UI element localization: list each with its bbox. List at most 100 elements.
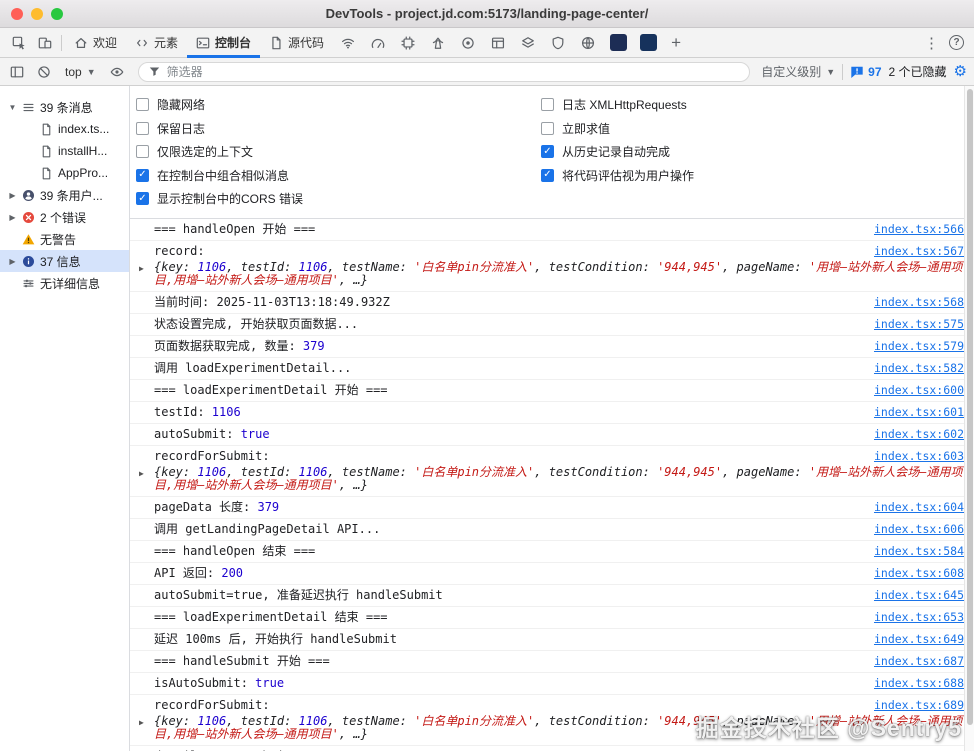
clear-console-button[interactable]: [34, 62, 54, 82]
issues-counter[interactable]: 97: [850, 65, 882, 79]
source-link[interactable]: index.tsx:602: [874, 427, 964, 442]
sidebar-item-file-apppro[interactable]: AppPro...: [0, 162, 129, 184]
home-icon: [74, 36, 88, 50]
tab-layers[interactable]: [513, 28, 543, 58]
source-link[interactable]: index.tsx:653: [874, 610, 964, 625]
tab-extension-1[interactable]: [603, 28, 633, 58]
tab-elements[interactable]: 元素: [126, 28, 187, 58]
checkbox-unchecked[interactable]: [541, 98, 554, 112]
source-link[interactable]: index.tsx:579: [874, 339, 964, 354]
console-message: index.tsx:601 testId: 1106: [130, 402, 974, 424]
source-link[interactable]: index.tsx:582: [874, 361, 964, 376]
sidebar-item-file-install[interactable]: installH...: [0, 140, 129, 162]
console-setting-left-2[interactable]: 仅限选定的上下文: [136, 140, 541, 164]
tab-console[interactable]: 控制台: [187, 28, 260, 58]
source-link[interactable]: index.tsx:645: [874, 588, 964, 603]
console-setting-right-0[interactable]: 日志 XMLHttpRequests: [541, 93, 972, 117]
expander-closed-icon[interactable]: ▶: [139, 467, 144, 481]
expander-open-icon[interactable]: ▼: [8, 103, 17, 112]
inspect-icon: [12, 36, 26, 50]
console-setting-left-0[interactable]: 隐藏网络: [136, 93, 541, 117]
source-link[interactable]: index.tsx:689: [874, 698, 964, 713]
expander-closed-icon[interactable]: ▶: [8, 191, 17, 200]
expander-closed-icon[interactable]: ▶: [8, 213, 17, 222]
log-levels-dropdown[interactable]: 自定义级别 ▼: [761, 63, 835, 80]
console-message: index.tsx:602 autoSubmit: true: [130, 424, 974, 446]
chevron-down-icon: ▼: [86, 66, 96, 77]
message-text: autoSubmit=true, 准备延迟执行 handleSubmit: [154, 587, 443, 602]
sidebar-item-user-messages[interactable]: ▶ 39 条用户...: [0, 184, 129, 206]
console-setting-left-4[interactable]: ✓ 显示控制台中的CORS 错误: [136, 187, 541, 211]
expander-closed-icon[interactable]: ▶: [139, 716, 144, 730]
inspect-element-button[interactable]: [6, 30, 32, 56]
sidebar-item-file-index[interactable]: index.ts...: [0, 118, 129, 140]
source-link[interactable]: index.tsx:568: [874, 295, 964, 310]
checkbox-checked[interactable]: ✓: [136, 192, 149, 206]
message-text: 调用 loadExperimentDetail...: [154, 360, 352, 375]
source-link[interactable]: index.tsx:603: [874, 449, 964, 464]
expander-closed-icon[interactable]: ▶: [139, 262, 144, 276]
console-settings-gear-icon[interactable]: ⚙: [954, 64, 967, 79]
tab-recorder[interactable]: [453, 28, 483, 58]
checkbox-unchecked[interactable]: [136, 98, 149, 112]
zoom-window-button[interactable]: [51, 8, 63, 20]
console-setting-left-1[interactable]: 保留日志: [136, 117, 541, 141]
console-setting-left-3[interactable]: ✓ 在控制台中组合相似消息: [136, 164, 541, 188]
help-icon[interactable]: ?: [949, 35, 964, 50]
source-link[interactable]: index.tsx:575: [874, 317, 964, 332]
live-expression-button[interactable]: [107, 62, 127, 82]
close-window-button[interactable]: [11, 8, 23, 20]
sidebar-item-all-messages[interactable]: ▼ 39 条消息: [0, 96, 129, 118]
tab-security[interactable]: [543, 28, 573, 58]
source-link[interactable]: index.tsx:688: [874, 676, 964, 691]
source-link[interactable]: index.tsx:567: [874, 244, 964, 259]
source-link[interactable]: index.tsx:601: [874, 405, 964, 420]
tab-application[interactable]: [483, 28, 513, 58]
vertical-scrollbar[interactable]: [964, 86, 974, 751]
sidebar-item-label: 无警告: [40, 232, 77, 247]
checkbox-label: 日志 XMLHttpRequests: [562, 98, 687, 113]
more-options-icon[interactable]: ⋮: [924, 34, 939, 52]
source-link[interactable]: index.tsx:687: [874, 654, 964, 669]
source-link[interactable]: index.tsx:606: [874, 522, 964, 537]
checkbox-unchecked[interactable]: [136, 121, 149, 135]
sidebar-item-verbose[interactable]: 无详细信息: [0, 272, 129, 294]
tab-extension-2[interactable]: [633, 28, 663, 58]
console-setting-right-2[interactable]: ✓ 从历史记录自动完成: [541, 140, 972, 164]
source-link[interactable]: index.tsx:649: [874, 632, 964, 647]
source-link[interactable]: index.tsx:584: [874, 544, 964, 559]
source-link[interactable]: index.tsx:604: [874, 500, 964, 515]
tab-memory[interactable]: [393, 28, 423, 58]
console-sidebar-toggle-button[interactable]: [7, 62, 27, 82]
checkbox-unchecked[interactable]: [136, 145, 149, 159]
sidebar-item-info[interactable]: ▶ 37 信息: [0, 250, 129, 272]
source-link[interactable]: index.tsx:566: [874, 222, 964, 237]
console-setting-right-1[interactable]: 立即求值: [541, 117, 972, 141]
context-selector[interactable]: top ▼: [61, 63, 100, 81]
tab-lighthouse[interactable]: [423, 28, 453, 58]
device-toolbar-button[interactable]: [32, 30, 58, 56]
checkbox-unchecked[interactable]: [541, 121, 554, 135]
filter-input[interactable]: 筛选器: [137, 61, 751, 82]
sidebar-item-warnings[interactable]: 无警告: [0, 228, 129, 250]
settings-right-column: 日志 XMLHttpRequests 立即求值 ✓ 从历史记录自动完成 ✓ 将代码评估视为…: [541, 93, 972, 211]
console-toolbar: top ▼ 筛选器 自定义级别 ▼ 97 2 个已隐藏 ⚙: [0, 58, 974, 86]
console-setting-right-3[interactable]: ✓ 将代码评估视为用户操作: [541, 164, 972, 188]
checkbox-checked[interactable]: ✓: [541, 168, 554, 182]
minimize-window-button[interactable]: [31, 8, 43, 20]
tab-label: 源代码: [288, 36, 325, 50]
expander-closed-icon[interactable]: ▶: [8, 257, 17, 266]
tab-welcome[interactable]: 欢迎: [65, 28, 126, 58]
tab-sources[interactable]: 源代码: [260, 28, 333, 58]
tab-media[interactable]: [573, 28, 603, 58]
message-text: 状态设置完成, 开始获取页面数据...: [154, 316, 359, 331]
checkbox-checked[interactable]: ✓: [541, 145, 554, 159]
source-link[interactable]: index.tsx:608: [874, 566, 964, 581]
tab-network[interactable]: [333, 28, 363, 58]
sidebar-item-errors[interactable]: ▶ 2 个错误: [0, 206, 129, 228]
source-link[interactable]: index.tsx:600: [874, 383, 964, 398]
tab-performance[interactable]: [363, 28, 393, 58]
scrollbar-thumb[interactable]: [966, 89, 973, 725]
checkbox-checked[interactable]: ✓: [136, 168, 149, 182]
more-tabs-button[interactable]: +: [663, 30, 689, 56]
